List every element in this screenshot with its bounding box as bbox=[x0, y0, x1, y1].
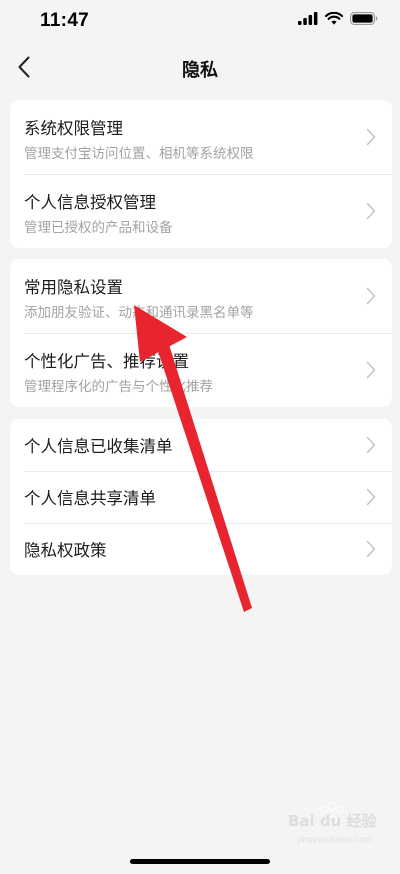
wifi-icon bbox=[325, 12, 343, 25]
item-title: 个人信息授权管理 bbox=[24, 193, 156, 212]
chevron-right-icon bbox=[366, 202, 376, 220]
watermark-text: Bai du 经验 bbox=[288, 812, 378, 830]
chevron-right-icon bbox=[366, 540, 376, 558]
item-title: 个人信息已收集清单 bbox=[24, 437, 173, 456]
signal-icon bbox=[298, 12, 318, 25]
item-subtitle: 添加朋友验证、动态和通讯录黑名单等 bbox=[24, 305, 254, 321]
chevron-right-icon bbox=[366, 488, 376, 506]
item-title: 隐私权政策 bbox=[24, 541, 107, 560]
nav-bar: 隐私 bbox=[0, 44, 400, 90]
item-title: 常用隐私设置 bbox=[24, 278, 123, 297]
item-title: 个人信息共享清单 bbox=[24, 489, 156, 508]
item-title: 个性化广告、推荐设置 bbox=[24, 352, 189, 371]
list-item-personalized-ads[interactable]: 个性化广告、推荐设置 管理程序化的广告与个性化推荐 bbox=[10, 333, 392, 407]
page-title: 隐私 bbox=[182, 60, 218, 81]
home-indicator[interactable] bbox=[130, 859, 270, 864]
status-time: 11:47 bbox=[40, 10, 90, 31]
chevron-right-icon bbox=[366, 361, 376, 379]
item-title: 系统权限管理 bbox=[24, 119, 123, 138]
item-subtitle: 管理程序化的广告与个性化推荐 bbox=[24, 379, 213, 395]
chevron-right-icon bbox=[366, 287, 376, 305]
list-item-system-permissions[interactable]: 系统权限管理 管理支付宝访问位置、相机等系统权限 bbox=[10, 100, 392, 174]
watermark-subtext: jingyan.baidu.com bbox=[297, 835, 372, 844]
chevron-right-icon bbox=[366, 436, 376, 454]
list-item-shared-info[interactable]: 个人信息共享清单 bbox=[10, 471, 392, 523]
status-icons bbox=[298, 12, 378, 25]
privacy-section-permissions: 系统权限管理 管理支付宝访问位置、相机等系统权限 个人信息授权管理 管理已授权的… bbox=[10, 100, 392, 248]
privacy-section-settings: 常用隐私设置 添加朋友验证、动态和通讯录黑名单等 个性化广告、推荐设置 管理程序… bbox=[10, 259, 392, 407]
item-subtitle: 管理已授权的产品和设备 bbox=[24, 220, 173, 236]
battery-icon bbox=[350, 12, 378, 25]
list-item-common-privacy-settings[interactable]: 常用隐私设置 添加朋友验证、动态和通讯录黑名单等 bbox=[10, 259, 392, 333]
list-item-authorization-management[interactable]: 个人信息授权管理 管理已授权的产品和设备 bbox=[10, 174, 392, 248]
privacy-section-lists: 个人信息已收集清单 个人信息共享清单 隐私权政策 bbox=[10, 419, 392, 575]
status-bar: 11:47 bbox=[0, 0, 400, 44]
list-item-privacy-policy[interactable]: 隐私权政策 bbox=[10, 523, 392, 575]
list-item-collected-info[interactable]: 个人信息已收集清单 bbox=[10, 419, 392, 471]
item-subtitle: 管理支付宝访问位置、相机等系统权限 bbox=[24, 146, 254, 162]
chevron-right-icon bbox=[366, 128, 376, 146]
baidu-jingyan-watermark: Bai du 经验 jingyan.baidu.com bbox=[288, 801, 378, 844]
